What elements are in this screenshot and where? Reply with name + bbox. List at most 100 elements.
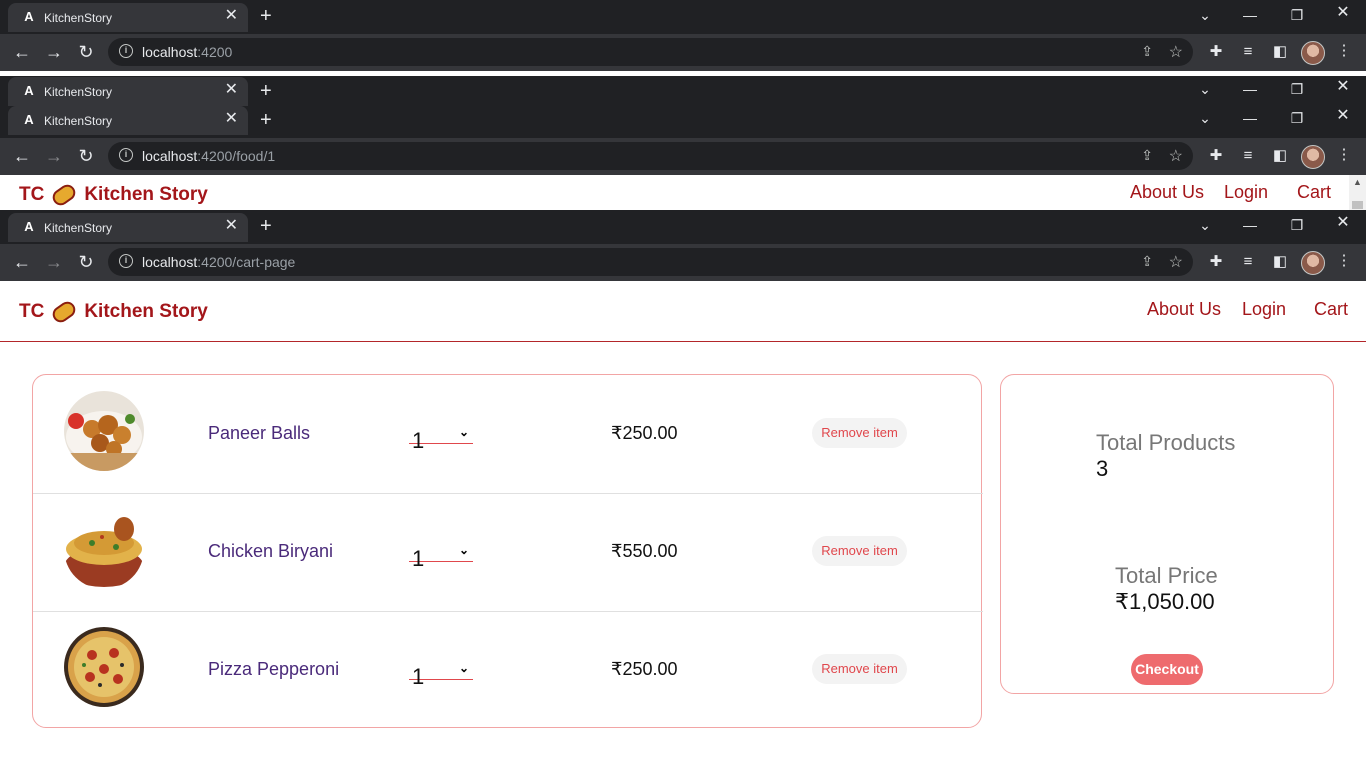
reload-icon[interactable]: ↻ <box>76 147 96 165</box>
new-tab-icon[interactable]: + <box>260 110 272 130</box>
side-panel-icon[interactable]: ◧ <box>1270 44 1290 59</box>
menu-kebab-icon[interactable]: ⋮ <box>1334 43 1354 58</box>
minimize-icon[interactable]: — <box>1240 218 1260 232</box>
nav-login[interactable]: Login <box>1224 182 1268 203</box>
address-bar[interactable]: i localhost:4200 ⇪ ☆ <box>108 38 1193 66</box>
item-price: ₹250.00 <box>611 423 678 443</box>
scroll-thumb[interactable] <box>1352 201 1363 209</box>
browser-tabstrip-3: A KitchenStory ✕ + ⌄ — ❐ ✕ <box>0 210 1366 244</box>
share-icon[interactable]: ⇪ <box>1141 43 1153 60</box>
remove-item-button[interactable]: Remove item <box>812 536 907 566</box>
extensions-icon[interactable]: ✚ <box>1206 44 1226 59</box>
checkout-button[interactable]: Checkout <box>1131 654 1203 685</box>
item-price: ₹550.00 <box>611 541 678 561</box>
angular-icon: A <box>24 9 34 24</box>
back-icon[interactable]: ← <box>12 253 32 271</box>
restore-icon[interactable]: ❐ <box>1287 218 1307 232</box>
bookmark-star-icon[interactable]: ☆ <box>1169 252 1183 272</box>
quantity-select[interactable]: 1 ⌄ <box>409 425 473 453</box>
item-name[interactable]: Paneer Balls <box>208 423 310 444</box>
profile-avatar[interactable] <box>1301 251 1325 275</box>
close-window-icon[interactable]: ✕ <box>1333 215 1353 231</box>
angular-icon: A <box>24 112 34 127</box>
tab-search-icon[interactable]: ⌄ <box>1195 82 1215 96</box>
tab-search-icon[interactable]: ⌄ <box>1195 8 1215 22</box>
nav-about-us[interactable]: About Us <box>1130 182 1204 203</box>
close-tab-icon[interactable]: ✕ <box>225 8 238 24</box>
restore-icon[interactable]: ❐ <box>1287 111 1307 125</box>
media-control-icon[interactable]: ≡ <box>1238 148 1258 163</box>
close-tab-icon[interactable]: ✕ <box>225 218 238 234</box>
close-window-icon[interactable]: ✕ <box>1333 79 1353 95</box>
side-panel-icon[interactable]: ◧ <box>1270 254 1290 269</box>
share-icon[interactable]: ⇪ <box>1141 253 1153 270</box>
close-tab-icon[interactable]: ✕ <box>225 82 238 98</box>
forward-icon[interactable]: → <box>44 253 64 271</box>
back-icon[interactable]: ← <box>12 43 32 61</box>
side-panel-icon[interactable]: ◧ <box>1270 148 1290 163</box>
minimize-icon[interactable]: — <box>1240 82 1260 96</box>
chevron-down-icon: ⌄ <box>458 543 469 557</box>
profile-avatar[interactable] <box>1301 41 1325 65</box>
bookmark-star-icon[interactable]: ☆ <box>1169 146 1183 166</box>
back-icon[interactable]: ← <box>12 147 32 165</box>
browser-tab-2b[interactable]: A KitchenStory ✕ <box>8 106 248 135</box>
chevron-down-icon: ⌄ <box>458 425 469 439</box>
profile-avatar[interactable] <box>1301 145 1325 169</box>
remove-item-button[interactable]: Remove item <box>812 654 907 684</box>
browser-toolbar-2: ← → ↻ i localhost:4200/food/1 ⇪ ☆ ✚ ≡ ◧ … <box>0 138 1366 175</box>
site-info-icon[interactable]: i <box>119 254 133 268</box>
pizza-pepperoni-image <box>64 627 144 707</box>
url-text: localhost:4200/food/1 <box>142 148 276 164</box>
tab-search-icon[interactable]: ⌄ <box>1195 218 1215 232</box>
extensions-icon[interactable]: ✚ <box>1206 254 1226 269</box>
brand-logo[interactable]: TC Kitchen Story <box>19 181 208 209</box>
item-name[interactable]: Pizza Pepperoni <box>208 659 339 680</box>
site-info-icon[interactable]: i <box>119 44 133 58</box>
share-icon[interactable]: ⇪ <box>1141 147 1153 164</box>
menu-kebab-icon[interactable]: ⋮ <box>1334 253 1354 268</box>
media-control-icon[interactable]: ≡ <box>1238 254 1258 269</box>
minimize-icon[interactable]: — <box>1240 8 1260 22</box>
browser-tab-3[interactable]: A KitchenStory ✕ <box>8 213 248 242</box>
tab-title: KitchenStory <box>44 114 113 128</box>
media-control-icon[interactable]: ≡ <box>1238 44 1258 59</box>
nav-cart[interactable]: Cart <box>1314 299 1348 320</box>
forward-icon[interactable]: → <box>44 147 64 165</box>
tab-search-icon[interactable]: ⌄ <box>1195 111 1215 125</box>
remove-item-button[interactable]: Remove item <box>812 418 907 448</box>
quantity-select[interactable]: 1 ⌄ <box>409 543 473 571</box>
close-window-icon[interactable]: ✕ <box>1333 108 1353 124</box>
minimize-icon[interactable]: — <box>1240 111 1260 125</box>
address-bar[interactable]: i localhost:4200/food/1 ⇪ ☆ <box>108 142 1193 170</box>
quantity-select[interactable]: 1 ⌄ <box>409 661 473 689</box>
scroll-up-icon[interactable]: ▲ <box>1353 177 1362 187</box>
new-tab-icon[interactable]: + <box>260 81 272 101</box>
reload-icon[interactable]: ↻ <box>76 253 96 271</box>
bookmark-star-icon[interactable]: ☆ <box>1169 42 1183 62</box>
nav-login[interactable]: Login <box>1242 299 1286 320</box>
restore-icon[interactable]: ❐ <box>1287 82 1307 96</box>
total-price-label: Total Price <box>1115 563 1218 588</box>
site-info-icon[interactable]: i <box>119 148 133 162</box>
extensions-icon[interactable]: ✚ <box>1206 148 1226 163</box>
browser-tabstrip-2: A KitchenStory ✕ + ⌄ — ❐ ✕ A KitchenStor… <box>0 76 1366 138</box>
reload-icon[interactable]: ↻ <box>76 43 96 61</box>
browser-tab-2a[interactable]: A KitchenStory ✕ <box>8 77 248 106</box>
brand-logo[interactable]: TC Kitchen Story <box>19 298 208 326</box>
forward-icon[interactable]: → <box>44 43 64 61</box>
close-window-icon[interactable]: ✕ <box>1333 5 1353 21</box>
nav-cart[interactable]: Cart <box>1297 182 1331 203</box>
nav-about-us[interactable]: About Us <box>1147 299 1221 320</box>
restore-icon[interactable]: ❐ <box>1287 8 1307 22</box>
quantity-value: 1 <box>412 546 425 571</box>
close-tab-icon[interactable]: ✕ <box>225 111 238 127</box>
new-tab-icon[interactable]: + <box>260 6 272 26</box>
item-name[interactable]: Chicken Biryani <box>208 541 333 562</box>
scrollbar[interactable]: ▲ <box>1349 175 1366 211</box>
address-bar[interactable]: i localhost:4200/cart-page ⇪ ☆ <box>108 248 1193 276</box>
new-tab-icon[interactable]: + <box>260 216 272 236</box>
menu-kebab-icon[interactable]: ⋮ <box>1334 147 1354 162</box>
browser-tab-1[interactable]: A KitchenStory ✕ <box>8 3 248 32</box>
quantity-value: 1 <box>412 664 425 689</box>
